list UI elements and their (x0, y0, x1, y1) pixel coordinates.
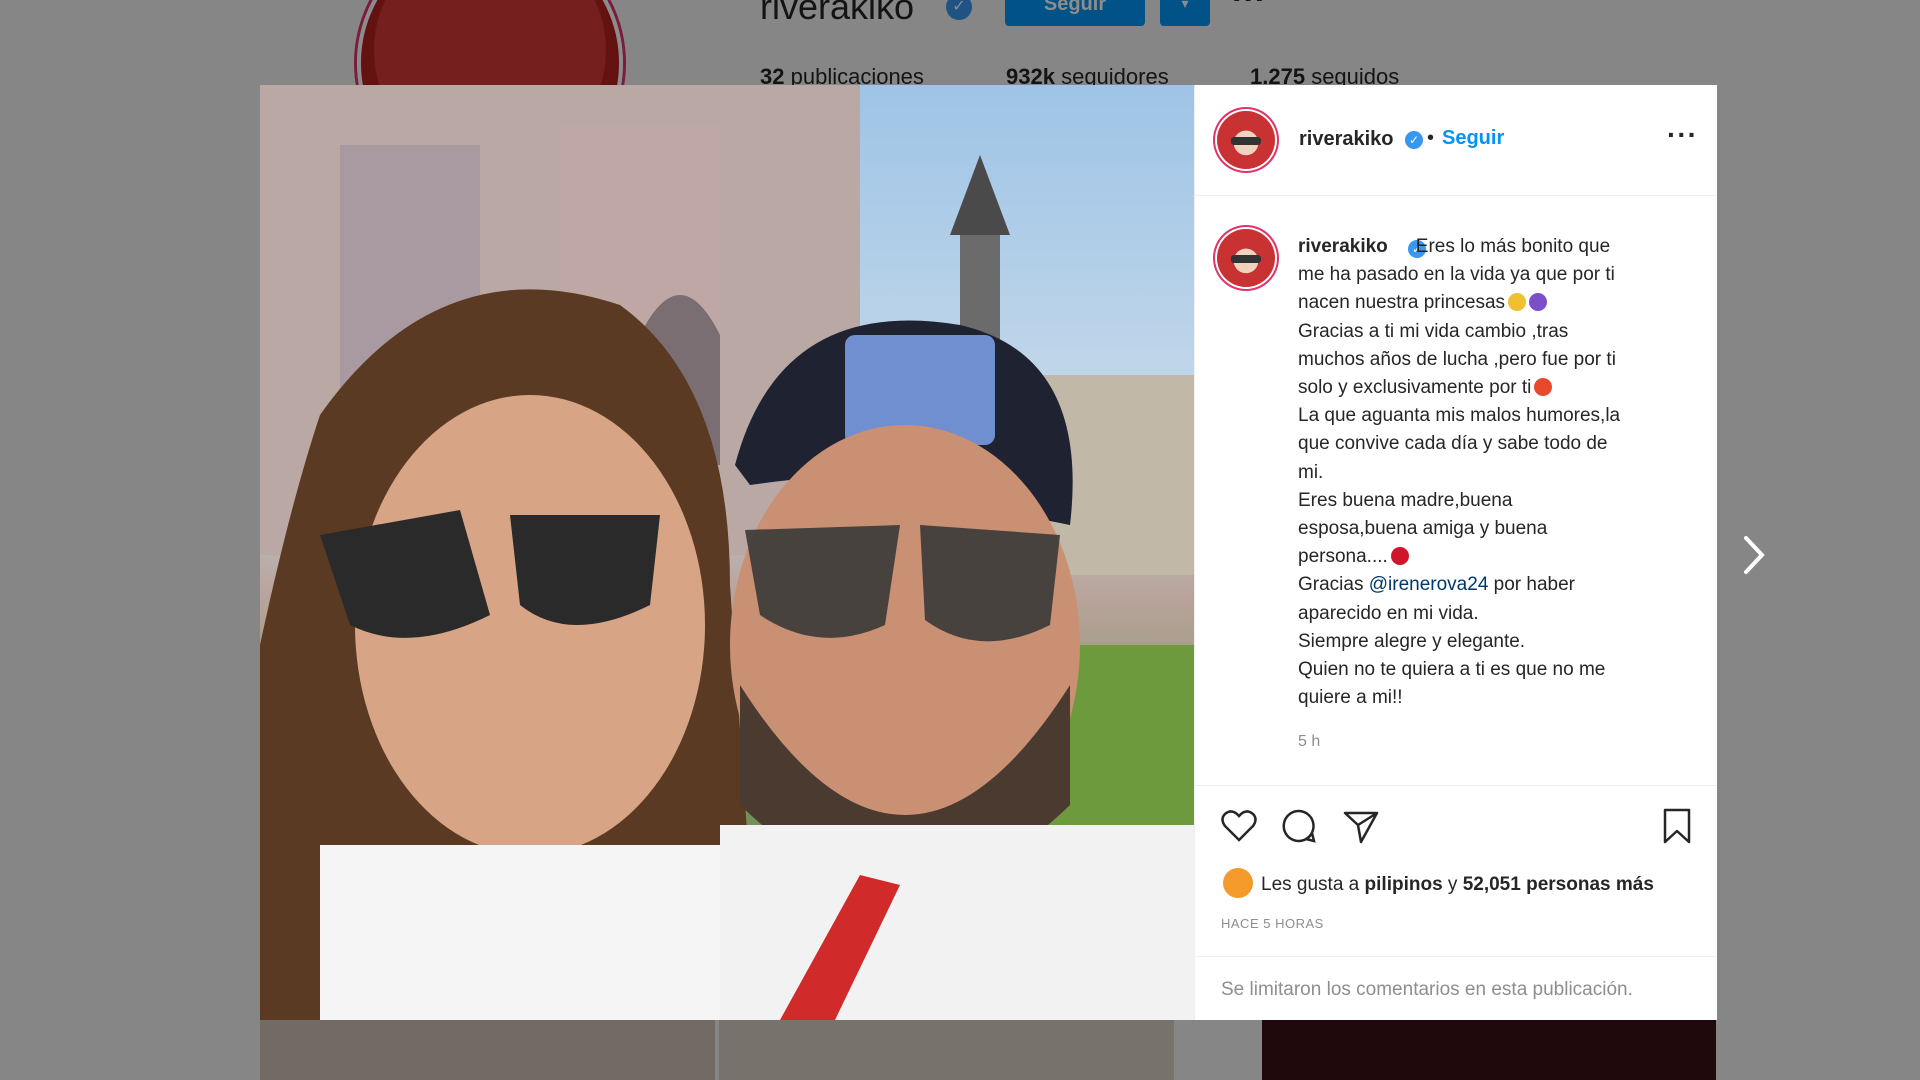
caption-line: aparecido en mi vida. (1298, 602, 1479, 624)
post-timestamp[interactable]: HACE 5 HORAS (1221, 916, 1324, 931)
comments-limited-notice: Se limitaron los comentarios en esta pub… (1221, 979, 1633, 1000)
caption-line: Eres buena madre,buena (1298, 489, 1513, 511)
author-username[interactable]: riverakiko (1299, 128, 1394, 151)
post-modal: riverakiko ✓ • Seguir ··· ✓ riverakiko Er… (260, 85, 1717, 1020)
caption-time[interactable]: 5 h (1298, 733, 1320, 751)
verified-badge-icon: ✓ (1405, 131, 1423, 149)
caption-username[interactable]: riverakiko (1298, 236, 1388, 257)
caption-line: solo y exclusivamente por ti (1298, 377, 1532, 399)
caption-line: Siempre alegre y elegante. (1298, 630, 1526, 652)
photo-illustration (260, 85, 1194, 1020)
caption-line: Gracias (1298, 574, 1369, 596)
follow-button[interactable]: Seguir (1442, 127, 1504, 150)
caption-avatar[interactable] (1217, 229, 1275, 287)
post-photo[interactable] (260, 85, 1194, 1020)
caption-line: Gracias a ti mi vida cambio ,tras (1298, 320, 1569, 342)
heart-icon[interactable] (1219, 806, 1259, 846)
post-actions: Les gusta a pilipinos y 52,051 personas … (1195, 785, 1717, 1021)
caption-line: quiere a mi!! (1298, 687, 1403, 709)
caption-line: me ha pasado en la vida ya que por ti (1298, 264, 1615, 286)
author-avatar[interactable] (1217, 111, 1275, 169)
caption-line: por haber (1488, 574, 1576, 596)
princess-emoji-icon (1508, 293, 1527, 312)
chevron-right-icon[interactable] (1734, 530, 1774, 580)
kiss-emoji-icon (1390, 547, 1409, 566)
princess-emoji-icon (1529, 293, 1548, 312)
liker-avatar (1223, 868, 1253, 898)
caption-line: nacen nuestra princesas (1298, 292, 1506, 314)
caption-line: Eres lo más bonito que (1415, 236, 1611, 257)
caption-line: mi. (1298, 461, 1324, 483)
post-caption: riverakiko Eres lo más bonito que me ha p… (1298, 233, 1683, 712)
header-separator: • (1427, 127, 1435, 149)
more-options-icon[interactable]: ··· (1667, 119, 1698, 151)
caption-line: que convive cada día y sabe todo de (1298, 433, 1608, 455)
collision-emoji-icon (1534, 378, 1553, 397)
caption-line: persona.... (1298, 546, 1388, 568)
share-icon[interactable] (1341, 806, 1381, 846)
caption-line: Quien no te quiera a ti es que no me (1298, 659, 1606, 681)
caption-line: La que aguanta mis malos humores,la (1298, 405, 1621, 427)
post-side-panel: riverakiko ✓ • Seguir ··· ✓ riverakiko Er… (1194, 85, 1717, 1020)
post-header: riverakiko ✓ • Seguir ··· (1195, 85, 1717, 196)
likes-summary[interactable]: Les gusta a pilipinos y 52,051 personas … (1223, 868, 1654, 898)
comments-area: Se limitaron los comentarios en esta pub… (1195, 956, 1717, 1022)
bookmark-icon[interactable] (1657, 806, 1697, 846)
caption-line: muchos años de lucha ,pero fue por ti (1298, 348, 1616, 370)
caption-line: esposa,buena amiga y buena (1298, 518, 1548, 540)
mention-link[interactable]: @irenerova24 (1369, 574, 1489, 595)
comment-icon[interactable] (1279, 806, 1319, 846)
